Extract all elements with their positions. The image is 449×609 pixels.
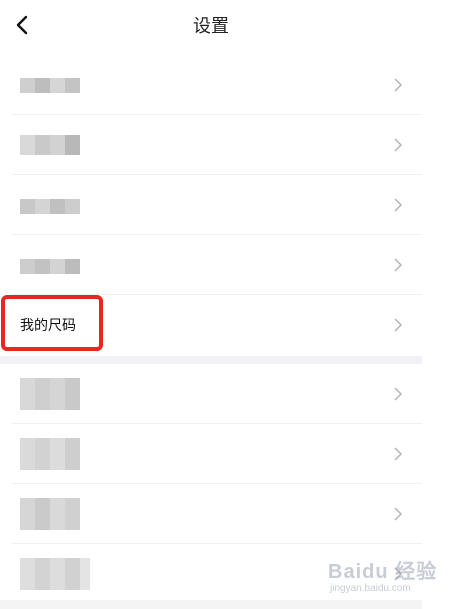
header-bar: 设置 [0, 0, 449, 50]
redacted-label [20, 199, 80, 214]
chevron-right-icon [394, 198, 403, 212]
redacted-label [20, 259, 80, 274]
redacted-label [20, 498, 80, 530]
settings-row-2[interactable] [0, 115, 422, 175]
chevron-right-icon [394, 258, 403, 272]
watermark-brand: Baidu 经验 [328, 561, 438, 583]
redacted-label [20, 378, 80, 410]
settings-row-6[interactable] [0, 364, 422, 424]
settings-row-1[interactable] [0, 55, 422, 115]
bottom-bar [0, 600, 422, 609]
settings-row-8[interactable] [0, 484, 422, 544]
highlight-box [1, 295, 103, 351]
chevron-right-icon [394, 507, 403, 521]
settings-row-3[interactable] [0, 175, 422, 235]
redacted-label [20, 558, 90, 590]
redacted-label [20, 438, 80, 470]
chevron-right-icon [394, 387, 403, 401]
redacted-label [20, 78, 80, 93]
screen-edge [422, 0, 449, 609]
chevron-right-icon [394, 447, 403, 461]
page-title: 设置 [193, 16, 229, 37]
redacted-label [20, 135, 80, 155]
section-divider [0, 356, 422, 364]
watermark-url: jingyan.baidu.com [330, 583, 411, 594]
settings-row-4[interactable] [0, 235, 422, 295]
chevron-right-icon [394, 78, 403, 92]
chevron-right-icon [394, 138, 403, 152]
chevron-right-icon [394, 318, 403, 332]
settings-row-7[interactable] [0, 424, 422, 484]
baidu-watermark: Baidu 经验 jingyan.baidu.com [328, 555, 438, 600]
